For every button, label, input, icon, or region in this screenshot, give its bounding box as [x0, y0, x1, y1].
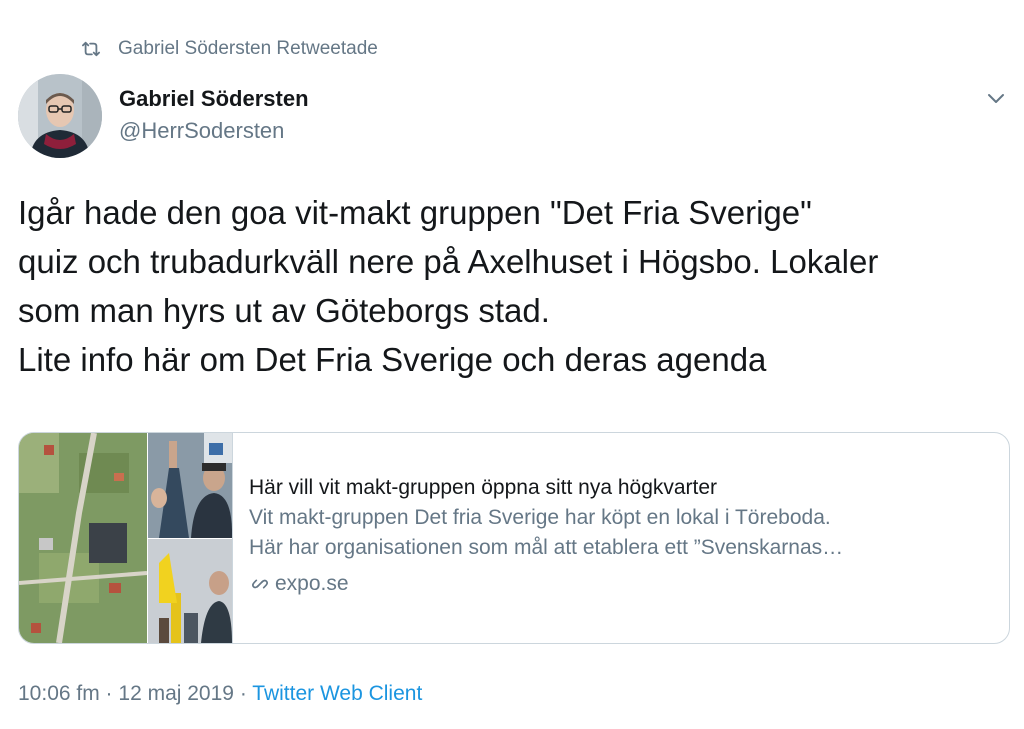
card-title: Här vill vit makt-gruppen öppna sitt nya…	[249, 476, 718, 499]
card-body: Här vill vit makt-gruppen öppna sitt nya…	[249, 473, 997, 599]
author-name[interactable]: Gabriel Södersten	[119, 86, 309, 112]
card-description-line: Vit makt-gruppen Det fria Sverige har kö…	[249, 506, 831, 529]
tweet-text: Igår hade den goa vit-makt gruppen "Det …	[18, 188, 1008, 384]
tweet-text-line: quiz och trubadurkväll nere på Axelhuset…	[18, 243, 879, 280]
meta-separator: ·	[233, 682, 253, 705]
tweet-source-link[interactable]: Twitter Web Client	[252, 682, 422, 705]
tweet-meta: 10:06 fm · 12 maj 2019 · Twitter Web Cli…	[18, 682, 422, 706]
retweet-label: Gabriel Södersten Retweetade	[118, 38, 378, 59]
tweet: Gabriel Södersten Retweetade Gabriel Söd…	[0, 0, 1024, 729]
tweet-date[interactable]: 12 maj 2019	[118, 682, 234, 705]
chevron-down-icon	[988, 94, 1004, 103]
link-preview-card[interactable]: Här vill vit makt-gruppen öppna sitt nya…	[18, 432, 1010, 644]
tweet-text-line: Lite info här om Det Fria Sverige och de…	[18, 341, 767, 378]
card-domain: expo.se	[249, 569, 997, 599]
meta-separator: ·	[99, 682, 119, 705]
avatar-image	[18, 74, 102, 158]
avatar[interactable]	[18, 74, 102, 158]
author-handle[interactable]: @HerrSodersten	[119, 118, 284, 144]
card-thumbnail-collage	[19, 433, 232, 643]
retweet-icon	[82, 41, 101, 57]
tweet-time[interactable]: 10:06 fm	[18, 682, 100, 705]
tweet-text-line: som man hyrs ut av Göteborgs stad.	[18, 292, 550, 329]
card-description-line: Här har organisationen som mål att etabl…	[249, 536, 844, 559]
card-domain-label: expo.se	[275, 572, 349, 595]
link-icon	[252, 579, 268, 589]
tweet-text-line: Igår hade den goa vit-makt gruppen "Det …	[18, 194, 812, 231]
card-image	[19, 433, 233, 643]
tweet-menu-button[interactable]	[984, 86, 1008, 110]
retweet-context[interactable]: Gabriel Södersten Retweetade	[80, 36, 378, 62]
